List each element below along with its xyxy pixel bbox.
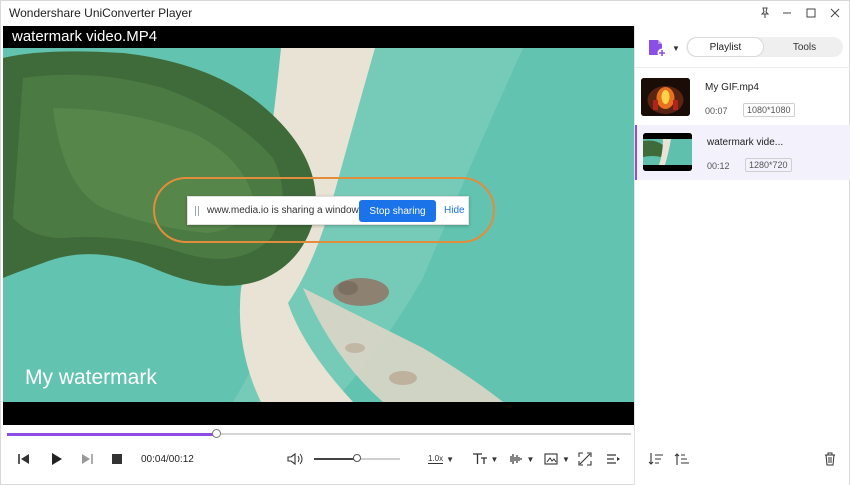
play-icon[interactable]: [47, 450, 65, 468]
playlist-item-selected[interactable]: watermark vide... 00:12 1280*720: [635, 125, 850, 180]
snapshot-button[interactable]: ▼: [541, 450, 573, 468]
subtitle-button[interactable]: ▼: [469, 450, 501, 468]
maximize-icon[interactable]: [799, 1, 823, 25]
volume-handle[interactable]: [353, 454, 361, 462]
stop-icon[interactable]: [108, 450, 126, 468]
item-duration: 00:12: [707, 161, 730, 171]
chevron-down-icon: ▼: [672, 43, 680, 53]
drag-handle-icon[interactable]: [195, 206, 199, 216]
audio-track-button[interactable]: ▼: [505, 450, 537, 468]
window-title: Wondershare UniConverter Player: [9, 6, 193, 20]
hide-link[interactable]: Hide: [444, 205, 465, 216]
delete-icon[interactable]: [821, 450, 839, 468]
item-name: My GIF.mp4: [705, 82, 759, 93]
previous-frame-icon[interactable]: [15, 450, 33, 468]
item-resolution: 1280*720: [745, 158, 792, 172]
share-message: www.media.io is sharing a window.: [207, 205, 361, 216]
tab-tools[interactable]: Tools: [766, 37, 843, 57]
chevron-down-icon: ▼: [446, 454, 455, 464]
playlist-item[interactable]: My GIF.mp4 00:07 1080*1080: [635, 70, 850, 125]
stop-sharing-button[interactable]: Stop sharing: [359, 200, 436, 222]
snapshot-icon: [544, 453, 558, 465]
video-thumbnail: [643, 133, 692, 171]
next-frame-icon[interactable]: [78, 450, 96, 468]
progress-fill: [7, 433, 217, 436]
audio-track-icon: [509, 454, 522, 464]
item-resolution: 1080*1080: [743, 103, 795, 117]
video-title-strip: watermark video.MP4: [3, 26, 634, 48]
item-duration: 00:07: [705, 106, 728, 116]
video-thumbnail: [641, 78, 690, 116]
time-display: 00:04/00:12: [141, 454, 194, 465]
volume-fill: [314, 458, 357, 460]
speed-button[interactable]: 1.0x ▼: [424, 450, 458, 468]
watermark-text: My watermark: [25, 366, 157, 389]
chevron-down-icon: ▼: [562, 454, 570, 464]
minimize-icon[interactable]: [775, 1, 799, 25]
volume-icon[interactable]: [285, 450, 305, 468]
sort-descending-icon[interactable]: [646, 450, 666, 468]
tab-playlist[interactable]: Playlist: [687, 37, 764, 57]
add-file-button[interactable]: ▼: [647, 38, 681, 58]
share-banner: www.media.io is sharing a window. Stop s…: [187, 196, 469, 225]
playlist-panel: ▼ Playlist Tools My GIF.mp4 00:07 1080*1…: [634, 26, 850, 485]
video-letterbox-bottom: [3, 402, 634, 425]
item-name: watermark vide...: [707, 137, 784, 148]
chevron-down-icon: ▼: [490, 454, 499, 464]
panel-header: ▼ Playlist Tools: [635, 26, 850, 68]
fullscreen-icon[interactable]: [575, 450, 595, 468]
add-file-icon: [649, 40, 667, 58]
pin-icon[interactable]: [753, 1, 777, 25]
speed-icon: 1.0x: [427, 454, 444, 464]
panel-tabs: Playlist Tools: [686, 37, 843, 57]
subtitle-icon: [472, 453, 487, 464]
close-icon[interactable]: [823, 1, 847, 25]
player-window: Wondershare UniConverter Player watermar…: [0, 0, 850, 485]
playlist-toggle-icon[interactable]: [603, 450, 623, 468]
title-bar: Wondershare UniConverter Player: [1, 1, 849, 25]
progress-handle[interactable]: [211, 429, 221, 438]
sort-ascending-icon[interactable]: [672, 450, 692, 468]
video-title: watermark video.MP4: [12, 28, 158, 45]
chevron-down-icon: ▼: [526, 454, 535, 464]
